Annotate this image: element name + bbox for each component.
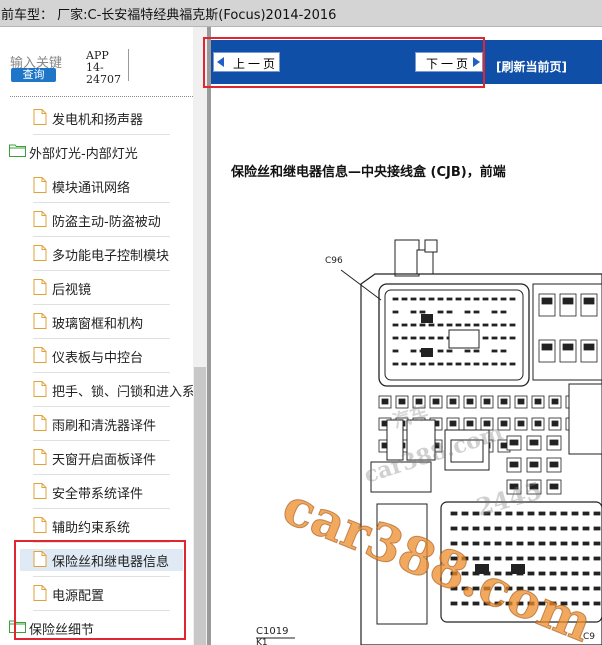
document-icon [33, 415, 47, 435]
tree-item-label: 天窗开启面板译件 [52, 453, 157, 468]
tree-item-divider [33, 508, 170, 509]
folder-icon [9, 143, 26, 161]
document-icon [33, 381, 47, 401]
document-pane: 保险丝和继电器信息—中央接线盒 (CJB)，前端 C96 C1019 K1 C9… [211, 84, 602, 645]
tree-item[interactable]: 后视镜 [33, 277, 193, 299]
relay-k1-label: K1 [256, 638, 268, 645]
tree-item[interactable]: 仪表板与中控台 [33, 345, 193, 367]
document-icon [33, 313, 47, 333]
tree-item[interactable]: 辅助约束系统 [33, 515, 193, 537]
app-code-label: APP 14-24707 [86, 49, 121, 86]
tree-item-divider [33, 236, 170, 237]
tree-item-divider [33, 372, 170, 373]
tree-item-divider [33, 270, 170, 271]
tree-item-label: 发电机和扬声器 [52, 113, 144, 128]
tree-item[interactable]: 发电机和扬声器 [33, 107, 193, 129]
tree-item-label: 多功能电子控制模块 [52, 249, 170, 264]
tree-item-label: 玻璃窗框和机构 [52, 317, 144, 332]
tree-item-label: 把手、锁、闩锁和进入系 [52, 385, 196, 400]
tree-item[interactable]: 防盗主动-防盗被动 [33, 209, 193, 231]
tree-item[interactable]: 外部灯光-内部灯光 [9, 141, 193, 163]
tree-item-divider [33, 304, 170, 305]
tree-item-divider [33, 440, 170, 441]
tree-item-divider [33, 474, 170, 475]
search-divider [128, 49, 129, 81]
document-icon [33, 177, 47, 197]
tree-item[interactable]: 把手、锁、闩锁和进入系 [33, 379, 196, 401]
document-icon [33, 279, 47, 299]
tree-item[interactable]: 模块通讯网络 [33, 175, 193, 197]
tree-item[interactable]: 天窗开启面板译件 [33, 447, 193, 469]
tree-item-label: 安全带系统译件 [52, 487, 144, 502]
tree-item-label: 外部灯光-内部灯光 [29, 147, 138, 162]
connector-c1019-label: C1019 [256, 626, 289, 637]
tree-item-divider [33, 202, 170, 203]
tree-item-divider [33, 406, 170, 407]
sidebar-scrollbar[interactable] [193, 27, 207, 645]
highlight-box-nav [203, 37, 485, 88]
tree-item[interactable]: 玻璃窗框和机构 [33, 311, 193, 333]
scrollbar-thumb[interactable] [194, 367, 206, 645]
document-icon [33, 449, 47, 469]
search-row: 输入关键 查询 APP 14-24707 [0, 27, 193, 89]
document-icon [33, 347, 47, 367]
tree-item-label: 模块通讯网络 [52, 181, 131, 196]
tree-item-label: 雨刷和清洗器译件 [52, 419, 157, 434]
top-bar: 当前车型： 厂家:C-长安福特经典福克斯(Focus)2014-2016 [0, 0, 602, 27]
tree-item-divider [33, 134, 170, 135]
document-icon [33, 211, 47, 231]
tree-item[interactable]: 多功能电子控制模块 [33, 243, 193, 265]
document-icon [33, 483, 47, 503]
tree-item-label: 后视镜 [52, 283, 92, 298]
connector-c96-label: C96 [325, 256, 343, 266]
tree-item[interactable]: 雨刷和清洗器译件 [33, 413, 193, 435]
tree-item-divider [33, 338, 170, 339]
query-button[interactable]: 查询 [11, 68, 56, 82]
document-icon [33, 517, 47, 537]
tree-item-label: 仪表板与中控台 [52, 351, 144, 366]
document-icon [33, 109, 47, 129]
current-model-title: 当前车型： 厂家:C-长安福特经典福克斯(Focus)2014-2016 [0, 8, 337, 23]
sidebar-separator [10, 96, 193, 97]
refresh-page-link[interactable]: [刷新当前页] [496, 58, 567, 75]
document-icon [33, 245, 47, 265]
highlight-box-tree [14, 540, 186, 640]
tree-item[interactable]: 安全带系统译件 [33, 481, 193, 503]
tree-item-label: 辅助约束系统 [52, 521, 131, 536]
tree-item-label: 防盗主动-防盗被动 [52, 215, 161, 230]
